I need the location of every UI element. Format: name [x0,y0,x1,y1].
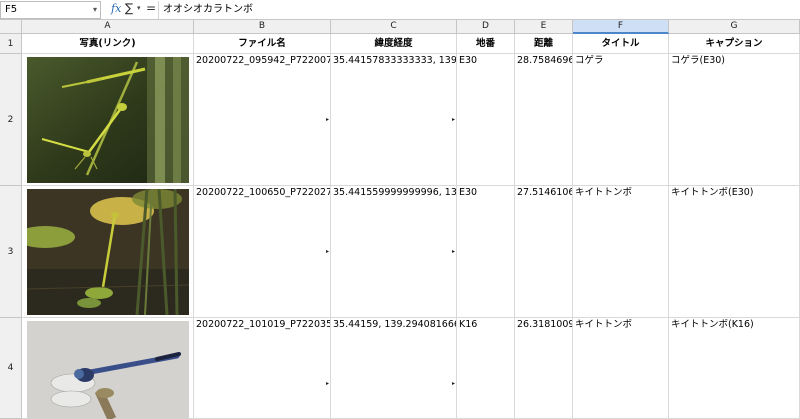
caption-cell[interactable]: キイトトンボ(K16) [669,318,800,419]
column-header-f[interactable]: F [573,20,669,34]
header-cell-lot[interactable]: 地番 [457,34,515,54]
title-cell[interactable]: コゲラ [573,54,669,186]
latlng-cell[interactable]: 35.44159, 139.29408166666666 ▸ [331,318,457,419]
row-header-4[interactable]: 4 [0,318,22,419]
distance-cell[interactable]: 27.5146106 [515,186,573,318]
column-header-b[interactable]: B [194,20,331,34]
function-wizard-icon[interactable]: fx [111,2,121,15]
lot-cell[interactable]: E30 [457,186,515,318]
sum-dropdown-icon[interactable]: ▾ [137,4,141,12]
column-header-c[interactable]: C [331,20,457,34]
overflow-arrow-icon: ▸ [325,380,329,387]
header-cell-filename[interactable]: ファイル名 [194,34,331,54]
lot-cell[interactable]: E30 [457,54,515,186]
filename-text: 20200722_095942_P7220078.jpg [196,55,330,66]
filename-cell[interactable]: 20200722_095942_P7220078.jpg ▸ [194,54,331,186]
overflow-arrow-icon: ▸ [451,116,455,123]
column-header-a[interactable]: A [22,20,194,34]
damselfly-photo-icon[interactable] [27,57,189,183]
overflow-arrow-icon: ▸ [325,116,329,123]
damselfly-photo-icon[interactable] [27,189,189,315]
row-header-1[interactable]: 1 [0,34,22,54]
title-cell[interactable]: キイトトンボ [573,318,669,419]
caption-cell[interactable]: キイトトンボ(E30) [669,186,800,318]
header-cell-latlng[interactable]: 緯度経度 [331,34,457,54]
formula-icon[interactable]: = [146,1,156,15]
lot-cell[interactable]: K16 [457,318,515,419]
column-header-d[interactable]: D [457,20,515,34]
name-box[interactable]: F5 ▾ [0,1,101,19]
overflow-arrow-icon: ▸ [451,380,455,387]
header-cell-photo[interactable]: 写真(リンク) [22,34,194,54]
caption-cell[interactable]: コゲラ(E30) [669,54,800,186]
formula-input[interactable]: オオシオカラトンボ [158,1,800,19]
formula-bar: F5 ▾ fx ∑ ▾ = オオシオカラトンボ [0,0,800,20]
overflow-arrow-icon: ▸ [451,248,455,255]
header-cell-distance[interactable]: 距離 [515,34,573,54]
latlng-text: 35.44159, 139.29408166666666 [333,319,456,330]
filename-cell[interactable]: 20200722_101019_P7220352.jpg ▸ [194,318,331,419]
select-all-corner[interactable] [0,20,22,34]
latlng-cell[interactable]: 35.441559999999996, 139.294166 ▸ [331,186,457,318]
filename-cell[interactable]: 20200722_100650_P7220270.jpg ▸ [194,186,331,318]
chevron-down-icon[interactable]: ▾ [93,2,97,18]
latlng-cell[interactable]: 35.44157833333333, 139.294166 ▸ [331,54,457,186]
row-header-2[interactable]: 2 [0,54,22,186]
row-header-3[interactable]: 3 [0,186,22,318]
filename-text: 20200722_100650_P7220270.jpg [196,187,330,198]
column-header-e[interactable]: E [515,20,573,34]
distance-cell[interactable]: 26.31810093 [515,318,573,419]
header-cell-caption[interactable]: キャプション [669,34,800,54]
latlng-text: 35.44157833333333, 139.294166 [333,55,457,66]
header-cell-title[interactable]: タイトル [573,34,669,54]
latlng-text: 35.441559999999996, 139.294166 [333,187,457,198]
dragonfly-photo-icon[interactable] [27,321,189,419]
title-cell[interactable]: キイトトンボ [573,186,669,318]
distance-cell[interactable]: 28.75846967 [515,54,573,186]
column-header-g[interactable]: G [669,20,800,34]
name-box-value: F5 [5,4,18,15]
overflow-arrow-icon: ▸ [325,248,329,255]
sum-icon[interactable]: ∑ [125,1,133,15]
filename-text: 20200722_101019_P7220352.jpg [196,319,330,330]
